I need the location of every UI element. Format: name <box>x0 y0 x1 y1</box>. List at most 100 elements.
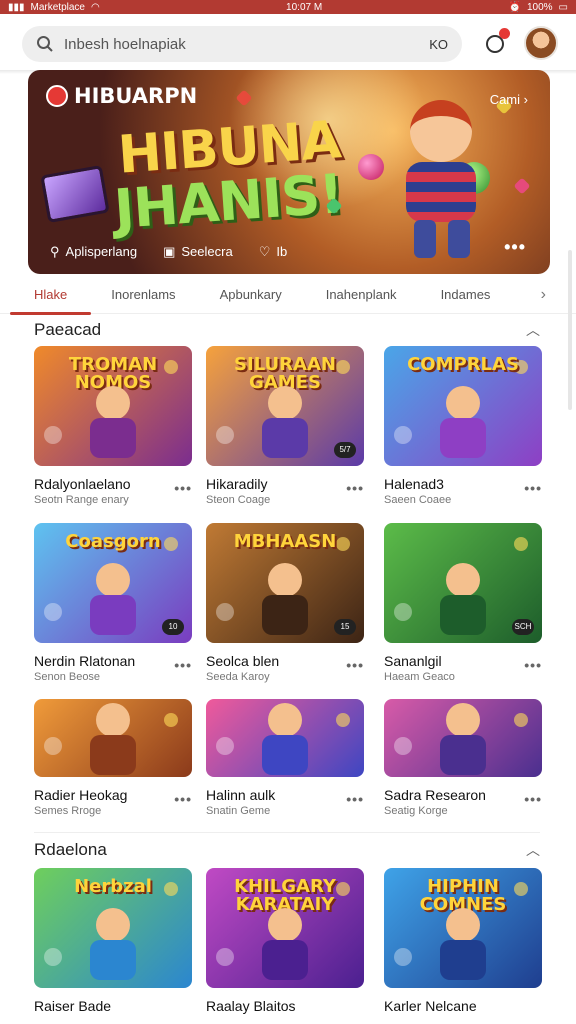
game-thumbnail[interactable] <box>34 699 192 777</box>
more-options-icon[interactable]: ••• <box>174 476 192 506</box>
sparkle-icon <box>514 713 528 727</box>
sparkle-icon <box>216 603 234 621</box>
game-title: Rdalyonlaelano <box>34 476 131 492</box>
sparkle-icon <box>44 426 62 444</box>
game-card[interactable]: TROMAN NOMOS Rdalyonlaelano Seotn Range en… <box>34 346 192 506</box>
game-title: Nerdin Rlatonan <box>34 653 136 669</box>
sparkle-icon <box>394 426 412 444</box>
game-subtitle: Seeda Karoy <box>206 671 270 683</box>
game-thumbnail[interactable]: COMPRLAS <box>384 346 542 466</box>
game-thumbnail[interactable]: Coasgorn 10 <box>34 523 192 643</box>
game-card[interactable]: SCH Sananlgil Haeam Geaco ••• <box>384 523 542 683</box>
game-meta: Raalay Blaitos <box>206 998 364 1014</box>
rating-badge: 10 <box>162 619 184 635</box>
sparkle-icon <box>216 737 234 755</box>
section-header[interactable]: Paeacad ︿ <box>34 318 540 342</box>
game-thumbnail[interactable] <box>384 699 542 777</box>
screen-icon: ▣ <box>163 244 176 259</box>
more-options-icon[interactable]: ••• <box>524 653 542 683</box>
game-thumbnail[interactable]: Nerbzal <box>34 868 192 988</box>
game-title: Karler Nelcane <box>384 998 477 1014</box>
tab-1[interactable]: Hlake <box>9 280 92 315</box>
rating-badge: SCH <box>512 619 534 635</box>
chevron-up-icon[interactable]: ︿ <box>526 320 540 340</box>
game-art-title: COMPRLAS <box>407 354 519 375</box>
game-thumbnail[interactable] <box>206 699 364 777</box>
tab-3[interactable]: Apbunkary <box>220 280 282 314</box>
more-options-icon[interactable]: ••• <box>346 476 364 506</box>
chevron-right-icon: › <box>523 92 528 107</box>
game-thumbnail[interactable]: SILURAAN GAMES 5/7 <box>206 346 364 466</box>
game-card[interactable]: SILURAAN GAMES 5/7 Hikaradily Steon Coage ••… <box>206 346 364 506</box>
more-options-icon[interactable]: ••• <box>524 476 542 506</box>
game-meta: Nerdin Rlatonan Senon Beose ••• <box>34 653 192 683</box>
keyboard-hint[interactable]: KO <box>429 37 448 52</box>
sparkle-icon <box>216 948 234 966</box>
hero-actions: ⚲ Aplisperlang ▣ Seelecra ♡ Ib <box>50 244 287 260</box>
more-options-icon[interactable]: ••• <box>346 653 364 683</box>
chevron-up-icon[interactable]: ︿ <box>526 840 540 860</box>
notification-button[interactable] <box>482 28 510 56</box>
more-options-icon[interactable]: ••• <box>346 787 364 817</box>
game-meta: Halenad3 Saeen Coaee ••• <box>384 476 542 506</box>
character-icon <box>86 703 140 775</box>
more-options-icon[interactable]: ••• <box>174 787 192 817</box>
game-title: Halinn aulk <box>206 787 276 803</box>
game-card[interactable]: Radier Heokag Semes Rroge ••• <box>34 699 192 817</box>
game-thumbnail[interactable]: HIPHIN COMNES <box>384 868 542 988</box>
game-card[interactable]: Sadra Researon Seatig Korge ••• <box>384 699 542 817</box>
game-card[interactable]: Halinn aulk Snatin Geme ••• <box>206 699 364 817</box>
game-subtitle: Steon Coage <box>206 494 271 506</box>
battery-icon: ▭ <box>558 1 568 13</box>
game-title: Seolca blen <box>206 653 280 669</box>
tab-2[interactable]: Inorenlams <box>111 280 175 314</box>
game-title: Halenad3 <box>384 476 444 492</box>
game-thumbnail[interactable]: TROMAN NOMOS <box>34 346 192 466</box>
tab-5[interactable]: Indames <box>441 280 491 314</box>
signal-icon: ▮▮▮ <box>8 1 25 13</box>
hero-brand-text: HIBUARPN <box>74 84 198 108</box>
game-meta: Karler Nelcane <box>384 998 542 1014</box>
search-input[interactable]: Inbesh hoelnapiak KO <box>22 26 462 62</box>
scrollbar[interactable] <box>568 250 572 410</box>
game-title: Raalay Blaitos <box>206 998 296 1014</box>
sparkle-icon <box>336 713 350 727</box>
hero-character <box>388 90 498 260</box>
hero-top-link[interactable]: Cami › <box>490 92 528 107</box>
more-options-icon[interactable]: ••• <box>174 653 192 683</box>
character-icon <box>436 386 490 460</box>
tab-4[interactable]: Inahenplank <box>326 280 397 314</box>
game-thumbnail[interactable]: SCH <box>384 523 542 643</box>
hero-action-play[interactable]: ⚲ Aplisperlang <box>50 244 137 260</box>
more-options-icon[interactable]: ••• <box>524 787 542 817</box>
game-subtitle: Saeen Coaee <box>384 494 452 506</box>
game-card[interactable]: KHILGARY KARATAIY Raalay Blaitos <box>206 868 364 1014</box>
game-title: Sananlgil <box>384 653 442 669</box>
heart-icon: ♡ <box>258 244 271 259</box>
game-card[interactable]: COMPRLAS Halenad3 Saeen Coaee ••• <box>384 346 542 506</box>
game-card[interactable]: MBHAASN 15 Seolca blen Seeda Karoy ••• <box>206 523 364 683</box>
game-art-title: MBHAASN <box>233 531 337 552</box>
tv-screen-icon <box>40 164 110 224</box>
avatar[interactable] <box>524 26 558 60</box>
hero-action-screen[interactable]: ▣ Seelecra <box>163 244 233 260</box>
section-header[interactable]: Rdaelona ︿ <box>34 838 540 862</box>
game-card[interactable]: Coasgorn 10 Nerdin Rlatonan Senon Beose ••• <box>34 523 192 683</box>
sparkle-icon <box>44 737 62 755</box>
sparkle-icon <box>394 737 412 755</box>
game-controller-icon: ⚲ <box>50 244 60 259</box>
hero-banner[interactable]: HIBUARPN HIBUNA JHANIS! Cami › ⚲ Aplisper… <box>28 70 550 274</box>
game-thumbnail[interactable]: MBHAASN 15 <box>206 523 364 643</box>
game-thumbnail[interactable]: KHILGARY KARATAIY <box>206 868 364 988</box>
game-title: Sadra Researon <box>384 787 486 803</box>
hero-top-link-label: Cami <box>489 92 521 107</box>
game-card[interactable]: HIPHIN COMNES Karler Nelcane <box>384 868 542 1014</box>
chevron-right-icon[interactable]: › <box>541 286 546 304</box>
game-subtitle: Seotn Range enary <box>34 494 129 506</box>
battery-label: 100% <box>526 1 553 13</box>
game-card[interactable]: Nerbzal Raiser Bade <box>34 868 192 1014</box>
hero-more-button[interactable]: ••• <box>504 237 526 258</box>
game-meta: Raiser Bade <box>34 998 192 1014</box>
hero-action-like[interactable]: ♡ Ib <box>259 244 288 260</box>
game-subtitle: Haeam Geaco <box>384 671 455 683</box>
